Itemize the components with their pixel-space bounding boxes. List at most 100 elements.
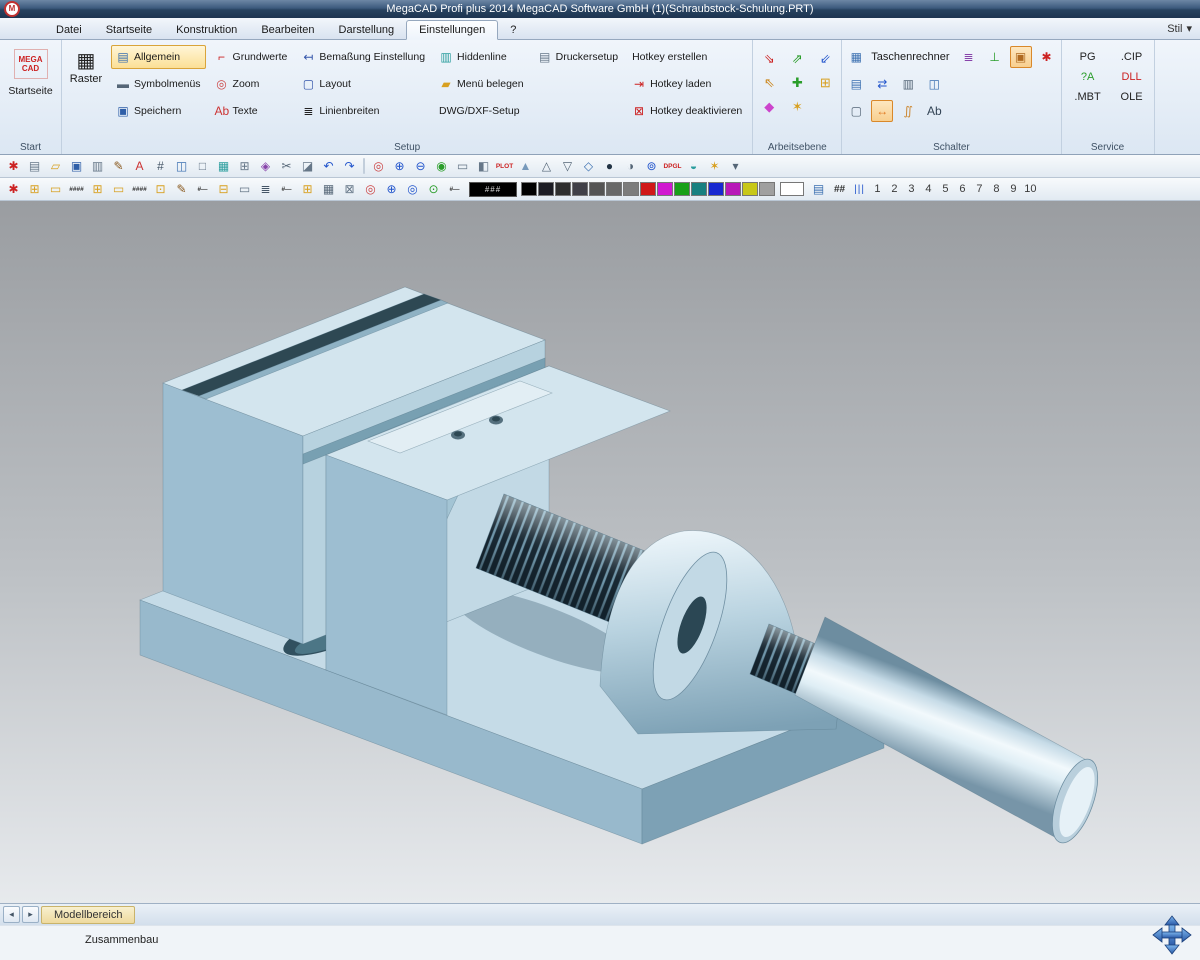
toolbar-icon[interactable]: ● [599, 157, 620, 176]
ribbon-item-symbolmenues[interactable]: ▬ Symbolmenüs [111, 72, 206, 96]
toolbar-icon[interactable]: ◉ [431, 157, 452, 176]
tab-scroll-left-button[interactable]: ◂ [3, 906, 20, 923]
toolbar-icon[interactable]: ✎ [171, 180, 192, 199]
schalter-icon[interactable]: ▢ [845, 100, 867, 122]
ribbon-item-bemassung-einstellung[interactable]: ↤ Bemaßung Einstellung [296, 45, 430, 69]
color-swatch[interactable] [657, 182, 673, 196]
toolbar-icon[interactable] [363, 158, 365, 174]
color-swatch[interactable] [708, 182, 724, 196]
toolbar-icon[interactable]: ◎ [368, 157, 389, 176]
ribbon-item-linienbreiten[interactable]: ≣ Linienbreiten [296, 99, 430, 123]
service-item[interactable]: DLL [1113, 71, 1151, 83]
toolbar-icon[interactable]: ◪ [297, 157, 318, 176]
raster-button[interactable]: ▦ Raster [65, 43, 107, 85]
service-item[interactable]: PG [1065, 51, 1111, 63]
toolbar-icon[interactable]: ▣ [66, 157, 87, 176]
ribbon-item-texte[interactable]: Ab Texte [210, 99, 293, 123]
ribbon-item-grundwerte[interactable]: ⌐ Grundwerte [210, 45, 293, 69]
toolbar-icon[interactable]: ✂ [276, 157, 297, 176]
toolbar-icon[interactable]: #### [66, 180, 87, 199]
toolbar-icon[interactable]: ◑ [620, 157, 641, 176]
toolbar-icon[interactable]: ◈ [255, 157, 276, 176]
toolbar-icon[interactable]: ◎ [402, 180, 423, 199]
schalter-icon[interactable]: ▥ [897, 73, 919, 95]
ribbon-item-allgemein[interactable]: ▤ Allgemein [111, 45, 206, 69]
toolbar-icon[interactable]: ▲ [515, 157, 536, 176]
layer-number-button[interactable]: 3 [903, 183, 920, 195]
pan-navigator-icon[interactable] [1152, 915, 1192, 955]
toolbar-icon[interactable]: PLOT [494, 157, 515, 176]
tab-bearbeiten[interactable]: Bearbeiten [249, 21, 326, 39]
toolbar-icon[interactable]: ▭ [45, 180, 66, 199]
schalter-icon[interactable]: ◫ [923, 73, 945, 95]
color-swatch[interactable] [674, 182, 690, 196]
ribbon-item-hotkey-deaktivieren[interactable]: ⊠ Hotkey deaktivieren [627, 99, 747, 123]
schalter-icon[interactable]: ▤ [845, 73, 867, 95]
ribbon-item-druckersetup[interactable]: ▤ Druckersetup [533, 45, 623, 69]
color-swatch[interactable] [572, 182, 588, 196]
color-swatch[interactable] [623, 182, 639, 196]
startseite-button[interactable]: MEGA CAD Startseite [3, 49, 58, 97]
toolbar-icon[interactable]: ⊡ [150, 180, 171, 199]
color-swatch[interactable] [759, 182, 775, 196]
linetype-selector[interactable]: ### [469, 182, 517, 197]
toolbar-icon[interactable]: ⊠ [339, 180, 360, 199]
color-swatch[interactable] [555, 182, 571, 196]
ribbon-item-dwg-dxf-setup[interactable]: DWG/DXF-Setup [434, 99, 529, 123]
layer-number-button[interactable]: 7 [971, 183, 988, 195]
layer-number-button[interactable]: 9 [1005, 183, 1022, 195]
toolbar-icon[interactable]: ✱ [3, 157, 24, 176]
toolbar-icon[interactable]: A [129, 157, 150, 176]
schalter-icon[interactable]: ⊥ [984, 46, 1006, 68]
toolbar-icon[interactable]: ◎ [360, 180, 381, 199]
color-swatch[interactable] [640, 182, 656, 196]
toolbar-icon[interactable]: DPGL [662, 157, 683, 176]
toolbar-icon[interactable]: ▥ [87, 157, 108, 176]
toolbar-icon[interactable]: ▭ [452, 157, 473, 176]
toolbar-icon[interactable]: ⊚ [641, 157, 662, 176]
toolbar-icon[interactable]: ⊞ [24, 180, 45, 199]
color-swatch[interactable] [742, 182, 758, 196]
service-item[interactable]: .MBT [1065, 91, 1111, 103]
schalter-icon[interactable]: ∬ [897, 100, 919, 122]
toolbar-icon[interactable]: ⊕ [389, 157, 410, 176]
toolbar-icon[interactable]: ▦ [318, 180, 339, 199]
toolbar-icon[interactable]: ▦ [213, 157, 234, 176]
toolbar-icon[interactable]: ◇ [578, 157, 599, 176]
schalter-icon[interactable]: ↔ [871, 100, 893, 122]
ribbon-item-hotkey-laden[interactable]: ⇥ Hotkey laden [627, 72, 747, 96]
tab-startseite[interactable]: Startseite [94, 21, 164, 39]
service-item[interactable]: ?A [1065, 71, 1111, 83]
toolbar-icon[interactable]: ⊞ [87, 180, 108, 199]
tab-einstellungen[interactable]: Einstellungen [406, 20, 498, 40]
color-swatch[interactable] [691, 182, 707, 196]
toolbar-icon[interactable]: ▾ [725, 157, 746, 176]
toolbar-icon[interactable]: ✱ [3, 180, 24, 199]
ribbon-item-hiddenline[interactable]: ▥ Hiddenline [434, 45, 529, 69]
toolbar-icon[interactable]: ◒ [683, 157, 704, 176]
toolbar-icon[interactable]: ⊞ [234, 157, 255, 176]
toolbar-icon[interactable]: ▭ [234, 180, 255, 199]
ribbon-item-layout[interactable]: ▢ Layout [296, 72, 430, 96]
toolbar-icon[interactable]: #— [276, 180, 297, 199]
color-swatch[interactable] [725, 182, 741, 196]
toolbar-icon[interactable]: ⊕ [381, 180, 402, 199]
workplane-icon[interactable]: ⇖ [757, 72, 781, 93]
toolbar-icon[interactable]: ◧ [473, 157, 494, 176]
toolbar-icon[interactable]: ⊟ [213, 180, 234, 199]
monitor-icon[interactable]: ▤ [808, 180, 829, 199]
toolbar-icon[interactable]: ⊞ [297, 180, 318, 199]
color-swatch[interactable] [606, 182, 622, 196]
toolbar-icon[interactable]: #— [444, 180, 465, 199]
toolbar-icon[interactable]: ↷ [339, 157, 360, 176]
ribbon-item-menue-belegen[interactable]: ▰ Menü belegen [434, 72, 529, 96]
toolbar-icon[interactable]: ◫ [171, 157, 192, 176]
workplane-icon[interactable]: ⊞ [813, 72, 837, 93]
toolbar-icon[interactable]: ✎ [108, 157, 129, 176]
tab-scroll-right-button[interactable]: ▸ [22, 906, 39, 923]
toolbar-icon[interactable]: ⊖ [410, 157, 431, 176]
toolbar-icon[interactable]: ≣ [255, 180, 276, 199]
toolbar-icon[interactable]: #### [129, 180, 150, 199]
workplane-icon[interactable]: ⇘ [757, 48, 781, 69]
line-width-bars-icon[interactable]: ||| [854, 184, 865, 195]
